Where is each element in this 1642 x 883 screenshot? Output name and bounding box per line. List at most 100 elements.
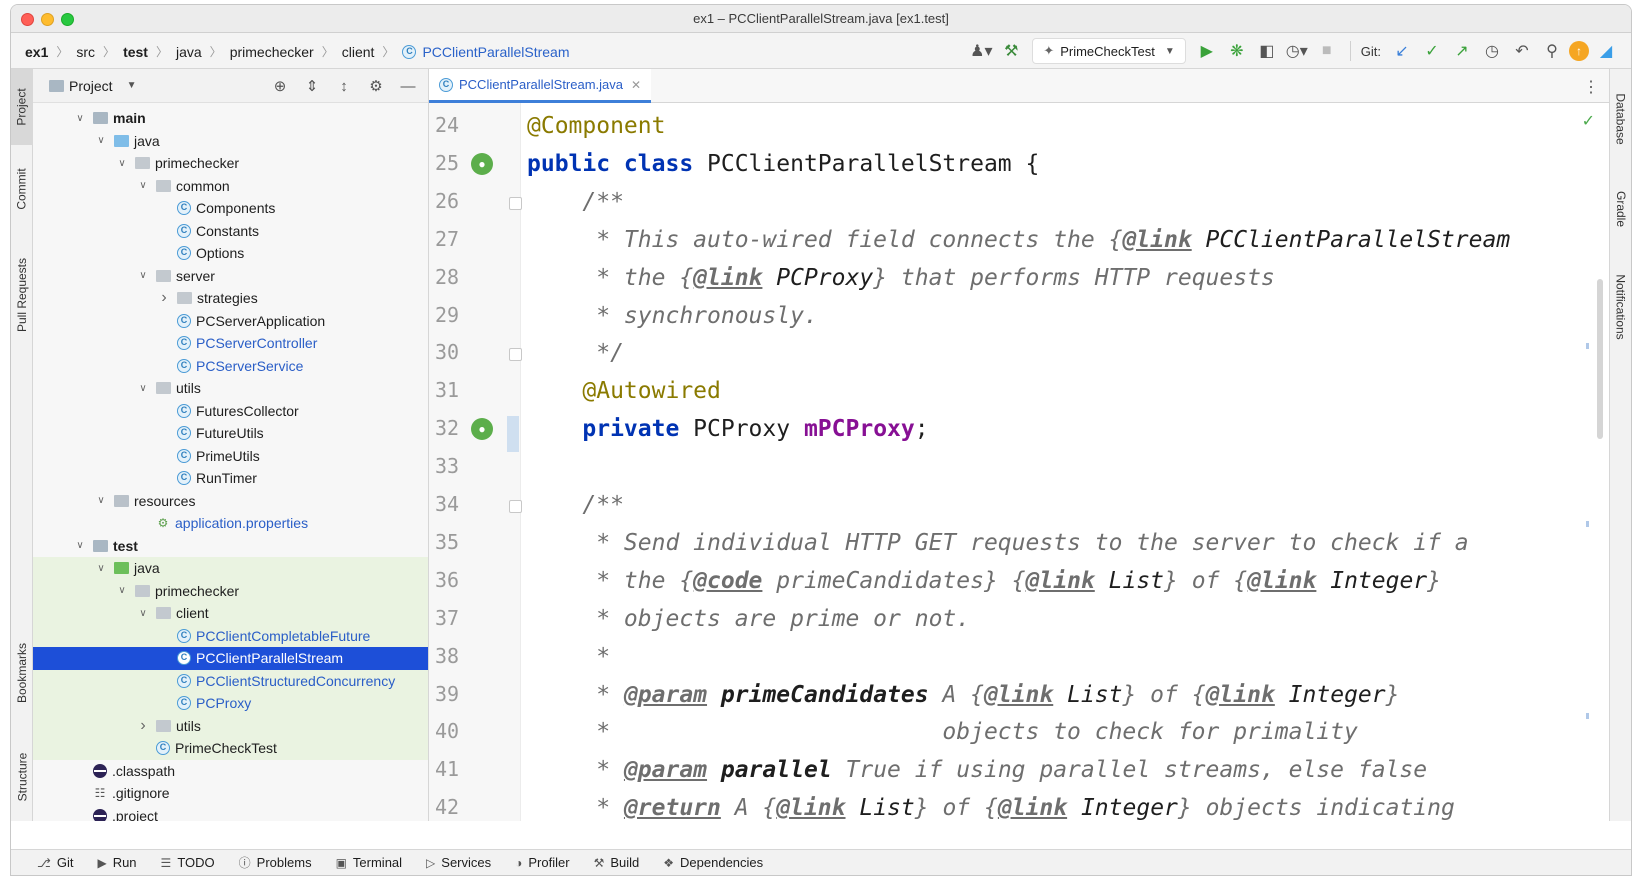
tree-item-class[interactable]: C FutureUtils <box>33 422 428 445</box>
tab-commit[interactable]: Commit <box>11 153 33 225</box>
git-update-icon[interactable]: ↙ <box>1389 38 1415 64</box>
line-number[interactable]: 31 <box>435 378 475 402</box>
tool-window-button-todo[interactable]: ☰ TODO <box>161 855 215 870</box>
code-line[interactable]: * <box>527 644 610 670</box>
code-line[interactable]: * the {@link PCProxy} that performs HTTP… <box>527 265 1275 291</box>
line-number[interactable]: 35 <box>435 530 475 554</box>
tree-item-class[interactable]: C FuturesCollector <box>33 400 428 423</box>
tool-window-button-run[interactable]: ▶ Run <box>97 855 136 870</box>
tree-item[interactable]: ∨ common <box>33 175 428 198</box>
tree-item-class[interactable]: C PCServerApplication <box>33 310 428 333</box>
editor-scrollbar[interactable] <box>1597 279 1603 439</box>
editor-tab-active[interactable]: C PCClientParallelStream.java ✕ <box>429 69 652 103</box>
code-line[interactable]: * @param parallel True if using parallel… <box>527 757 1427 783</box>
chevron-down-icon[interactable]: ∨ <box>115 585 129 596</box>
tab-bookmarks[interactable]: Bookmarks <box>11 625 33 721</box>
line-number[interactable]: 37 <box>435 606 475 630</box>
fold-marker-icon[interactable] <box>509 196 522 210</box>
line-number[interactable]: 24 <box>435 113 475 137</box>
locate-file-icon[interactable]: ⊕ <box>267 73 293 99</box>
code-line[interactable]: @Autowired <box>527 378 721 404</box>
line-number[interactable]: 25 <box>435 151 475 175</box>
tree-item[interactable]: ☷ .gitignore <box>33 782 428 805</box>
hide-panel-icon[interactable]: — <box>395 73 421 99</box>
tool-window-button-dependencies[interactable]: ❖ Dependencies <box>663 855 763 870</box>
update-available-icon[interactable]: ↑ <box>1569 41 1589 61</box>
tree-item-class[interactable]: C PCClientParallelStream <box>33 647 428 670</box>
tree-item[interactable]: ∨ client <box>33 602 428 625</box>
no-problems-check-icon[interactable]: ✓ <box>1582 111 1595 131</box>
ide-logo-icon[interactable]: ◢ <box>1593 38 1619 64</box>
tree-item[interactable]: › utils <box>33 714 428 737</box>
more-options-icon[interactable]: ⋮ <box>1583 77 1599 97</box>
tree-item-class[interactable]: C Constants <box>33 220 428 243</box>
chevron-right-icon[interactable]: › <box>157 289 171 307</box>
tool-window-button-git[interactable]: ⎇ Git <box>37 855 73 870</box>
stop-icon[interactable]: ■ <box>1314 38 1340 64</box>
project-view-select[interactable]: Project ▼ <box>49 78 136 94</box>
collapse-all-icon[interactable]: ↕ <box>331 73 357 99</box>
tree-item[interactable]: ∨ utils <box>33 377 428 400</box>
line-number[interactable]: 39 <box>435 682 475 706</box>
tree-item[interactable]: ∨ primechecker <box>33 579 428 602</box>
tree-item[interactable]: ∨ primechecker <box>33 152 428 175</box>
code-line[interactable]: private PCProxy mPCProxy; <box>527 416 928 442</box>
code-line[interactable]: * objects are prime or not. <box>527 606 970 632</box>
tool-window-button-problems[interactable]: ⓘ Problems <box>239 854 312 871</box>
run-configuration-select[interactable]: ✦ PrimeCheckTest ▼ <box>1032 38 1186 64</box>
tab-project[interactable]: Project <box>11 69 33 145</box>
tree-item[interactable]: ∨ resources <box>33 490 428 513</box>
tree-item-class[interactable]: C Options <box>33 242 428 265</box>
autowired-bean-icon[interactable]: ● <box>471 418 493 441</box>
line-number[interactable]: 41 <box>435 757 475 781</box>
code-line[interactable]: * This auto-wired field connects the {@l… <box>527 227 1510 253</box>
line-number[interactable]: 42 <box>435 795 475 819</box>
code-line[interactable]: /** <box>527 189 624 215</box>
build-hammer-icon[interactable]: ⚒ <box>998 38 1024 64</box>
code-line[interactable]: @Component <box>527 113 665 139</box>
tree-item-class[interactable]: C PrimeCheckTest <box>33 737 428 760</box>
debug-icon[interactable]: ❋ <box>1224 38 1250 64</box>
code-line[interactable]: * @param primeCandidates A {@link List} … <box>527 682 1399 708</box>
tree-item[interactable]: ∨ java <box>33 557 428 580</box>
breadcrumb-client[interactable]: client <box>342 44 375 60</box>
chevron-down-icon[interactable]: ∨ <box>136 608 150 619</box>
fold-marker-icon[interactable] <box>509 348 522 362</box>
tree-item[interactable]: ∨ java <box>33 130 428 153</box>
chevron-down-icon[interactable]: ∨ <box>115 158 129 169</box>
tab-notifications[interactable]: Notifications <box>1610 257 1631 357</box>
expand-all-icon[interactable]: ⇕ <box>299 73 325 99</box>
chevron-down-icon[interactable]: ∨ <box>94 135 108 146</box>
close-tab-icon[interactable]: ✕ <box>631 78 641 92</box>
breadcrumb-class[interactable]: PCClientParallelStream <box>422 44 569 60</box>
spring-bean-icon[interactable]: ● <box>471 152 493 175</box>
line-number[interactable]: 38 <box>435 644 475 668</box>
tree-item[interactable]: › strategies <box>33 287 428 310</box>
breadcrumb-test[interactable]: test <box>123 44 148 60</box>
tool-window-button-services[interactable]: ▷ Services <box>426 855 491 870</box>
chevron-down-icon[interactable]: ∨ <box>94 563 108 574</box>
breadcrumb-primechecker[interactable]: primechecker <box>230 44 314 60</box>
line-number[interactable]: 29 <box>435 303 475 327</box>
user-icon[interactable]: ♟▾ <box>968 38 994 64</box>
code-area[interactable]: @Component public class PCClientParallelS… <box>527 103 1581 821</box>
code-line[interactable]: * objects to check for primality <box>527 719 1358 745</box>
tree-item[interactable]: ∨ test <box>33 535 428 558</box>
tree-item-class[interactable]: C PrimeUtils <box>33 445 428 468</box>
chevron-down-icon[interactable]: ∨ <box>73 540 87 551</box>
tree-item[interactable]: .classpath <box>33 760 428 783</box>
tab-database[interactable]: Database <box>1610 79 1631 159</box>
line-number[interactable]: 33 <box>435 454 475 478</box>
git-commit-icon[interactable]: ✓ <box>1419 38 1445 64</box>
breadcrumb-src[interactable]: src <box>76 44 95 60</box>
line-number[interactable]: 28 <box>435 265 475 289</box>
tab-gradle[interactable]: Gradle <box>1610 177 1631 241</box>
tree-item-class[interactable]: C PCClientCompletableFuture <box>33 624 428 647</box>
chevron-down-icon[interactable]: ∨ <box>73 113 87 124</box>
tool-window-button-profiler[interactable]: ◑ Profiler <box>515 855 569 870</box>
tree-item[interactable]: ⚙ application.properties <box>33 512 428 535</box>
line-number[interactable]: 26 <box>435 189 475 213</box>
tree-item[interactable]: ∨ main <box>33 107 428 130</box>
code-line[interactable]: * synchronously. <box>527 303 818 329</box>
line-number[interactable]: 32 <box>435 416 475 440</box>
